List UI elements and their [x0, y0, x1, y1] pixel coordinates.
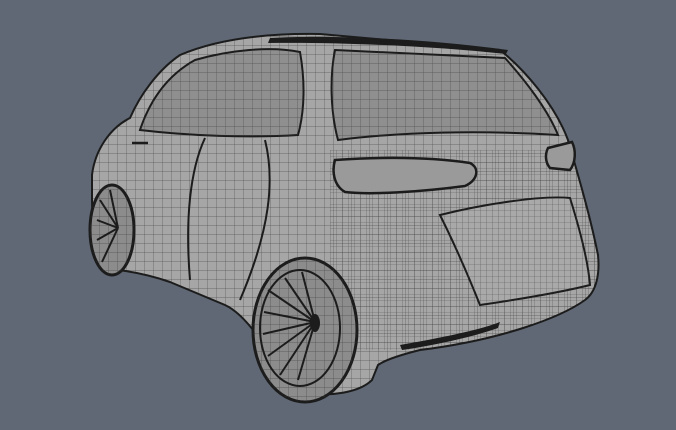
- rear-wheel: [251, 256, 359, 404]
- rear-window: [330, 48, 560, 142]
- tail-light-right: [544, 140, 576, 172]
- car-wireframe-render: [88, 32, 600, 404]
- tail-light-left: [332, 156, 478, 195]
- side-window: [138, 48, 305, 138]
- render-viewport: [0, 0, 676, 430]
- front-wheel: [88, 183, 136, 277]
